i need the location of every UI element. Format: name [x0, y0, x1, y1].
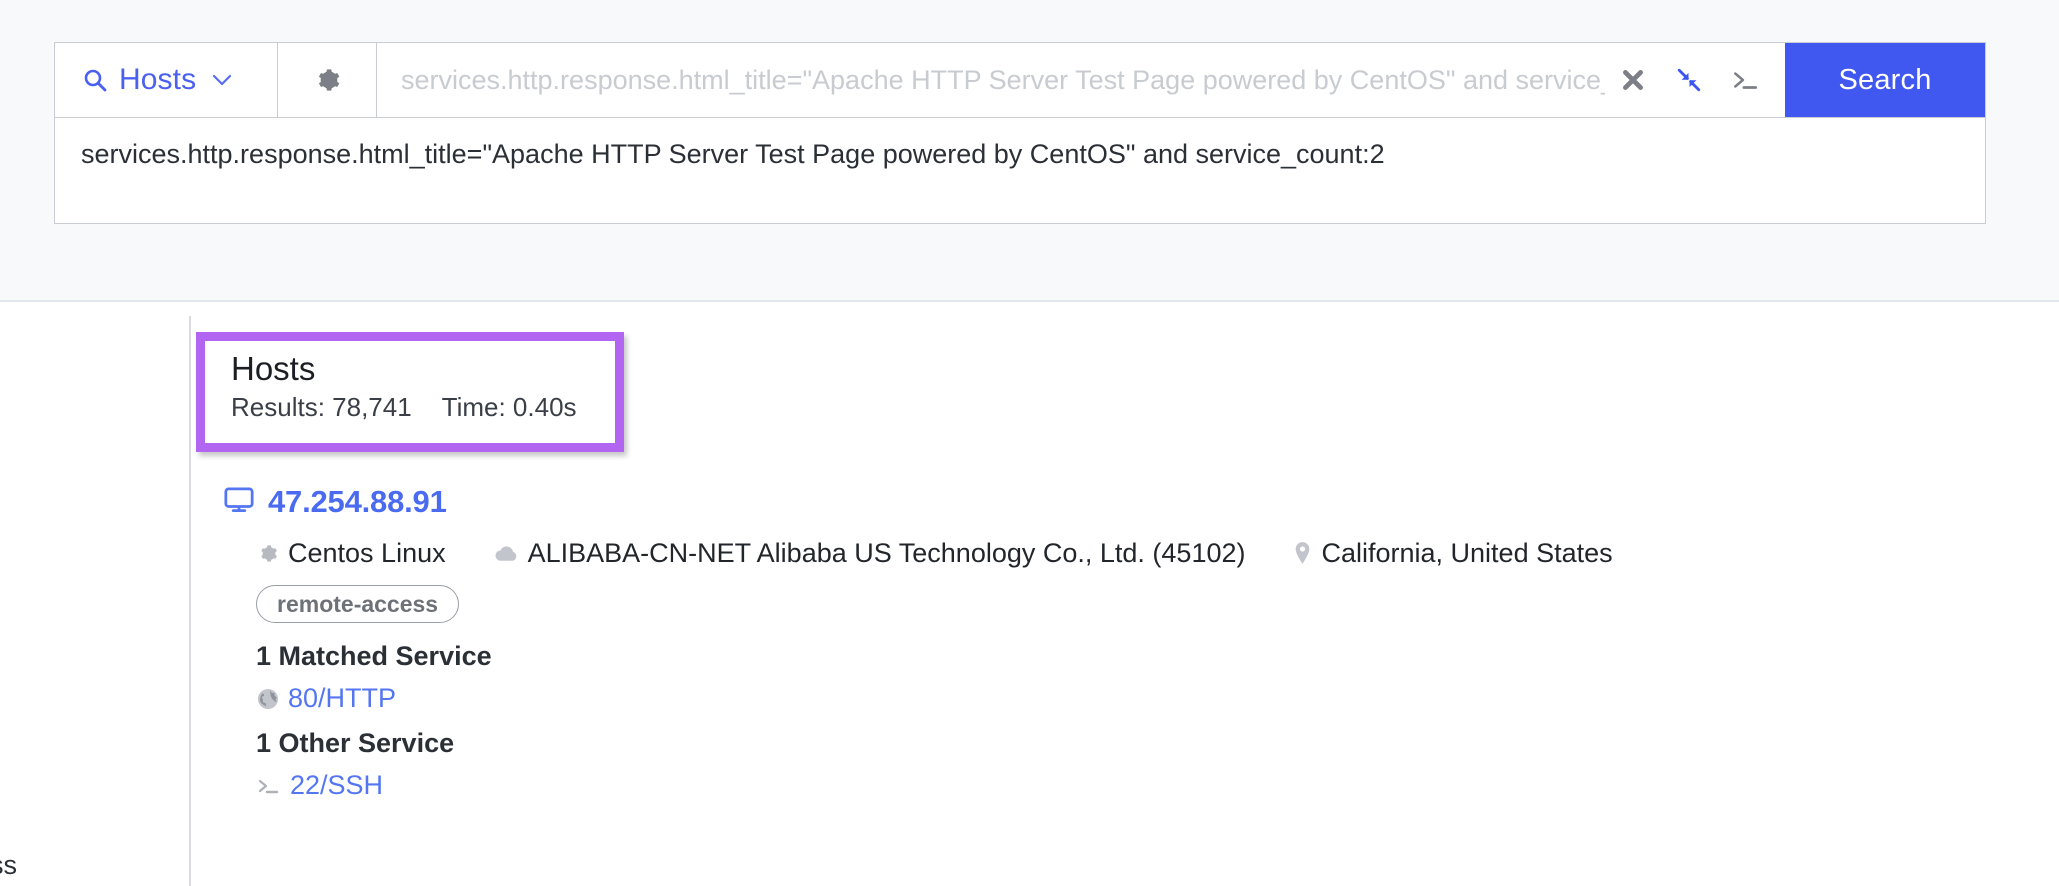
other-services-heading: 1 Other Service — [256, 728, 455, 758]
host-network: ALIBABA-CN-NET Alibaba US Technology Co.… — [490, 538, 1246, 569]
host-metadata-row: Centos Linux ALIBABA-CN-NET Alibaba US T… — [256, 538, 2024, 569]
search-icon — [83, 68, 107, 92]
host-tag-remote-access[interactable]: remote-access — [256, 585, 460, 623]
results-summary-title: Hosts — [231, 350, 316, 387]
matched-service-row: 80/HTTP — [256, 683, 2024, 714]
resource-type-selector[interactable]: Hosts — [55, 43, 278, 117]
results-count: Results: 78,741 — [231, 391, 412, 422]
host-ip-row: 47.254.88.91 — [224, 484, 2024, 520]
host-tag-row: remote-access — [256, 585, 2024, 623]
results-summary-stats: Results: 78,741 Time: 0.40s — [231, 392, 615, 423]
gear-icon — [256, 542, 279, 565]
cloud-icon — [490, 543, 519, 564]
service-link-22-ssh[interactable]: 22/SSH — [290, 770, 383, 801]
terminal-prompt-icon — [1730, 67, 1760, 93]
search-header-band: Hosts services.http.response.html_title=… — [0, 0, 2059, 302]
search-settings-button[interactable] — [278, 43, 377, 117]
host-network-label: ALIBABA-CN-NET Alibaba US Technology Co.… — [527, 538, 1246, 568]
collapse-query-button[interactable] — [1661, 42, 1717, 118]
host-location-label: California, United States — [1321, 538, 1613, 568]
facet-label-remnant: ss — [0, 850, 17, 880]
search-bar: Hosts services.http.response.html_title=… — [54, 42, 1986, 118]
gear-icon — [312, 65, 342, 95]
host-result-item: 47.254.88.91 Centos Linux ALIBABA-CN-NET… — [224, 484, 2024, 805]
monitor-icon — [224, 486, 254, 519]
search-query-input[interactable] — [401, 64, 1605, 96]
host-location: California, United States — [1293, 538, 1613, 569]
sidebar-divider — [189, 316, 191, 886]
matched-services-heading: 1 Matched Service — [256, 641, 492, 671]
results-summary-card: Hosts Results: 78,741 Time: 0.40s — [196, 332, 624, 452]
results-time: Time: 0.40s — [441, 391, 577, 422]
host-os: Centos Linux — [256, 538, 446, 569]
search-shell: Hosts services.http.response.html_title=… — [54, 42, 1986, 224]
query-suggestion-item[interactable]: services.http.response.html_title="Apach… — [81, 138, 1959, 170]
query-action-icons — [1605, 43, 1785, 117]
query-input-wrapper — [377, 43, 1605, 117]
collapse-arrows-icon — [1676, 67, 1702, 93]
results-area: ss Hosts Results: 78,741 Time: 0.40s — [0, 302, 2059, 886]
host-ip-link[interactable]: 47.254.88.91 — [268, 484, 447, 520]
open-console-button[interactable] — [1717, 42, 1773, 118]
service-link-80-http[interactable]: 80/HTTP — [288, 683, 396, 714]
host-os-label: Centos Linux — [288, 538, 446, 568]
close-x-icon — [1620, 67, 1646, 93]
map-pin-icon — [1293, 541, 1312, 566]
query-suggestion-panel: services.http.response.html_title="Apach… — [54, 118, 1986, 224]
clear-query-button[interactable] — [1605, 42, 1661, 118]
globe-icon — [256, 687, 280, 711]
search-submit-button[interactable]: Search — [1785, 43, 1985, 117]
terminal-prompt-icon — [256, 775, 282, 797]
other-service-row: 22/SSH — [256, 770, 2024, 801]
resource-type-label: Hosts — [119, 63, 197, 96]
chevron-down-icon — [210, 74, 232, 86]
